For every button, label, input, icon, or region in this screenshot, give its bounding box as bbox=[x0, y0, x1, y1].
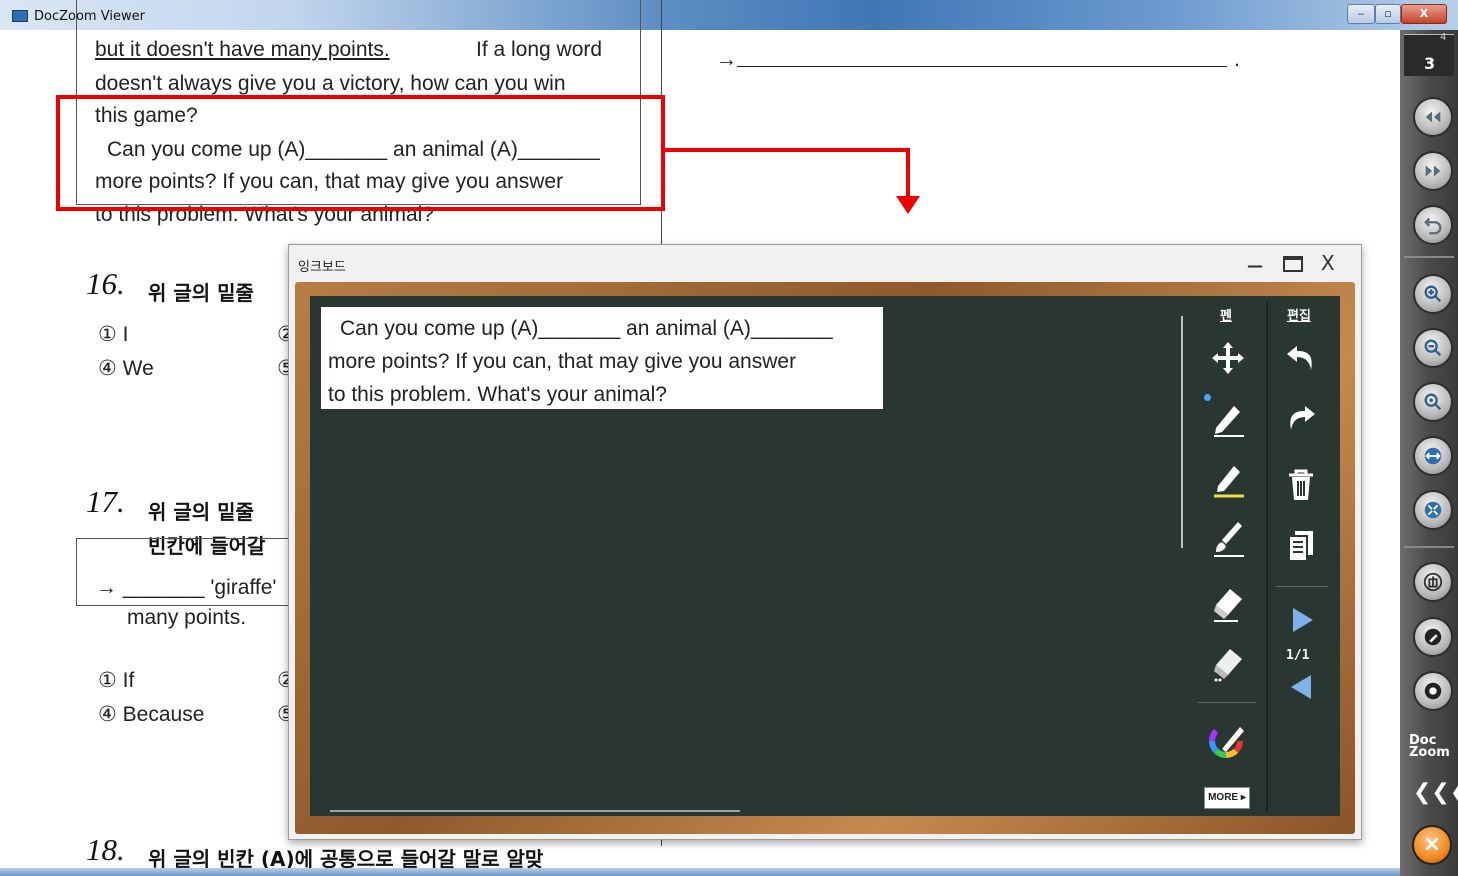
minimize-button[interactable]: ‒ bbox=[1347, 4, 1375, 24]
choice: ④ Because bbox=[98, 703, 205, 726]
vertical-scrollbar[interactable] bbox=[1181, 316, 1183, 548]
clear-eraser-icon[interactable] bbox=[1205, 640, 1251, 686]
answer-line bbox=[737, 66, 1227, 67]
color-palette-icon[interactable] bbox=[1205, 716, 1251, 762]
app-icon bbox=[12, 10, 28, 22]
dock-divider bbox=[1404, 546, 1454, 548]
pen-icon[interactable] bbox=[1205, 395, 1251, 441]
arrow-head-icon bbox=[896, 196, 920, 214]
rewind-icon[interactable] bbox=[1413, 97, 1453, 137]
arrow-line bbox=[665, 148, 910, 152]
zoom-out-icon[interactable] bbox=[1413, 328, 1453, 368]
tool-divider bbox=[1276, 586, 1328, 587]
horizontal-scrollbar[interactable] bbox=[330, 810, 740, 812]
inkboard-maximize-button[interactable] bbox=[1283, 256, 1303, 272]
camera-icon[interactable] bbox=[1413, 671, 1453, 711]
doczoom-logo: Doc Zoom bbox=[1409, 734, 1450, 760]
answer-box-line: many points. bbox=[127, 606, 247, 629]
question-prompt: 위 글의 밑줄 bbox=[148, 500, 254, 524]
tool-divider bbox=[1198, 702, 1256, 703]
answer-end: . bbox=[1234, 48, 1240, 71]
prev-page-icon[interactable] bbox=[1278, 664, 1324, 710]
dock-divider bbox=[1404, 256, 1454, 258]
passage-line: doesn't always give you a victory, how c… bbox=[95, 72, 566, 95]
more-button[interactable]: MORE ▸ bbox=[1204, 787, 1250, 809]
selection-highlight[interactable] bbox=[56, 95, 665, 211]
passage-line: If a long word bbox=[476, 38, 603, 61]
zoom-in-icon[interactable] bbox=[1413, 274, 1453, 314]
fullscreen-icon[interactable] bbox=[1413, 490, 1453, 530]
page-total: 4 bbox=[1440, 32, 1447, 43]
copy-pages-icon[interactable] bbox=[1278, 522, 1324, 568]
question-prompt: 위 글의 밑줄 bbox=[148, 281, 254, 305]
answer-arrow: → bbox=[716, 48, 737, 71]
bottom-strip bbox=[0, 868, 1400, 876]
passage-line: but it doesn't have many points. bbox=[95, 38, 390, 61]
question-number: 16. bbox=[86, 266, 125, 301]
inkboard-close-button[interactable]: X bbox=[1321, 251, 1335, 275]
answer-box-line: → _______ 'giraffe' bbox=[96, 576, 277, 599]
snippet-line: more points? If you can, that may give y… bbox=[328, 350, 797, 373]
snippet-line: to this problem. What's your animal? bbox=[328, 383, 667, 406]
fast-forward-icon[interactable] bbox=[1413, 151, 1453, 191]
inkboard-title: 잉크보드 bbox=[298, 260, 346, 275]
snippet-line: Can you come up (A)_______ an animal (A)… bbox=[340, 317, 833, 340]
edit-header: 편집 bbox=[1287, 309, 1311, 324]
logo-text: Zoom bbox=[1409, 745, 1450, 760]
undo-icon[interactable] bbox=[1278, 335, 1324, 381]
brush-icon[interactable] bbox=[1205, 515, 1251, 561]
choice: ① If bbox=[98, 669, 135, 692]
bookmark-icon[interactable] bbox=[1413, 562, 1453, 602]
collapse-dock-button[interactable]: ❮❮❮ bbox=[1413, 780, 1458, 805]
maximize-button[interactable]: ▫ bbox=[1375, 4, 1401, 24]
fit-width-icon[interactable] bbox=[1413, 436, 1453, 476]
move-icon[interactable] bbox=[1205, 335, 1251, 381]
toolbar-divider bbox=[1266, 302, 1268, 812]
choice: ④ We bbox=[98, 357, 154, 380]
trash-icon[interactable] bbox=[1278, 462, 1324, 508]
question-number: 17. bbox=[86, 484, 125, 519]
inkboard-minimize-button[interactable]: — bbox=[1243, 256, 1267, 275]
exit-button[interactable]: × bbox=[1412, 825, 1452, 865]
pen-tool-icon[interactable] bbox=[1413, 617, 1453, 657]
pen-header: 펜 bbox=[1220, 309, 1232, 324]
highlighter-icon[interactable] bbox=[1205, 455, 1251, 501]
redo-icon[interactable] bbox=[1278, 395, 1324, 441]
current-page: 3 bbox=[1424, 54, 1436, 73]
eraser-icon[interactable] bbox=[1205, 580, 1251, 626]
choice: ① I bbox=[98, 323, 129, 346]
question-number: 18. bbox=[86, 832, 125, 867]
next-page-icon[interactable] bbox=[1278, 597, 1324, 643]
board-page-counter: 1/1 bbox=[1286, 648, 1310, 663]
close-button[interactable]: X bbox=[1401, 4, 1447, 24]
arrow-line bbox=[906, 148, 910, 200]
return-icon[interactable] bbox=[1413, 205, 1453, 245]
zoom-fit-icon[interactable] bbox=[1413, 382, 1453, 422]
